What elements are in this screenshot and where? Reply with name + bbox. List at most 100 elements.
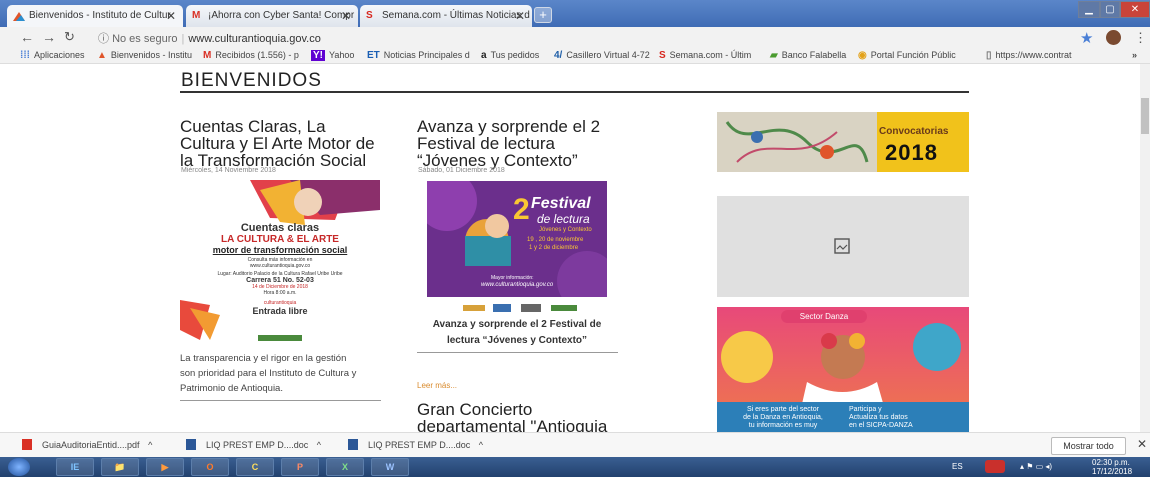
download-item[interactable]: GuiaAuditoriaEntid....pdf ^: [22, 439, 152, 450]
more-bookmarks-icon[interactable]: »: [1132, 50, 1137, 60]
close-tab-icon[interactable]: ✕: [515, 9, 525, 23]
bookmark-noticias[interactable]: ET Noticias Principales d: [367, 50, 470, 61]
close-tab-icon[interactable]: ✕: [341, 9, 351, 23]
download-item[interactable]: LIQ PREST EMP D....doc ^: [348, 439, 483, 450]
menu-kebab-icon[interactable]: ⋮: [1134, 30, 1147, 46]
tab-gmail[interactable]: M ¡Ahorra con Cyber Santa! Compr ✕: [186, 5, 358, 27]
danza-text-left: Si eres parte del sector de la Danza en …: [723, 406, 843, 430]
tab-title: ¡Ahorra con Cyber Santa! Compr: [208, 10, 355, 21]
page-title: BIENVENIDOS: [181, 70, 322, 91]
danza-tag: Sector Danza: [781, 310, 867, 323]
close-downloads-icon[interactable]: ✕: [1137, 437, 1147, 451]
bookmark-falabella[interactable]: ▰ Banco Falabella: [770, 50, 846, 61]
download-item[interactable]: LIQ PREST EMP D....doc ^: [186, 439, 321, 450]
taskbar-word[interactable]: W: [371, 458, 409, 476]
semana-icon: S: [366, 10, 373, 21]
article3-title[interactable]: Gran Concierto departamental "Antioquia: [417, 401, 607, 432]
body-line: La transparencia y el rigor en la gestió…: [180, 353, 347, 364]
chevron-up-icon[interactable]: ^: [148, 440, 152, 450]
article1-poster[interactable]: Cuentas claras LA CULTURA & EL ARTE moto…: [180, 180, 380, 348]
bookmark-label: Yahoo: [329, 50, 355, 60]
convocatorias-banner[interactable]: Convocatorias 2018: [717, 112, 969, 172]
tray-app-icon[interactable]: [985, 460, 1005, 473]
poster-line: LA CULTURA & EL ARTE: [221, 234, 339, 245]
clock-date[interactable]: 17/12/2018: [1092, 467, 1132, 476]
bookmark-casillero[interactable]: 4/Casillero Virtual 4-72: [554, 50, 650, 61]
windows-taskbar: IE 📁 ▶ O C P X W ES ▴ ⚑ ▭ ◂) 02:30 p.m. …: [0, 457, 1150, 477]
doc-file-icon: [186, 439, 196, 450]
scrollbar-thumb[interactable]: [1141, 98, 1149, 134]
taskbar-chrome[interactable]: C: [236, 458, 274, 476]
article1-body: La transparencia y el rigor en la gestió…: [180, 351, 356, 396]
taskbar-media[interactable]: ▶: [146, 458, 184, 476]
taskbar-excel[interactable]: X: [326, 458, 364, 476]
tab-bienvenidos[interactable]: Bienvenidos - Instituto de Cultur ✕: [7, 5, 183, 27]
address-bar[interactable]: ⓘ No es seguro | www.culturantioquia.gov.c…: [98, 30, 321, 46]
chevron-up-icon[interactable]: ^: [479, 440, 483, 450]
bookmark-yahoo[interactable]: Y! Yahoo: [311, 50, 354, 61]
downloads-bar: GuiaAuditoriaEntid....pdf ^ LIQ PREST EM…: [0, 432, 1150, 457]
bookmark-semana[interactable]: S Semana.com - Últim: [659, 50, 751, 61]
danza-text-right: Participa y Actualiza tus datos en el SI…: [849, 406, 961, 430]
taskbar-outlook[interactable]: O: [191, 458, 229, 476]
article1-divider: [180, 400, 381, 401]
show-all-button[interactable]: Mostrar todo: [1051, 437, 1126, 455]
chevron-up-icon[interactable]: ^: [317, 440, 321, 450]
bookmark-star-icon[interactable]: ★: [1080, 29, 1093, 47]
close-window-button[interactable]: ✕: [1120, 1, 1150, 18]
bookmark-label: Casillero Virtual 4-72: [566, 50, 650, 60]
danza-line: Participa y: [849, 406, 882, 413]
security-label: No es seguro: [112, 33, 178, 45]
bookmark-funcion-publica[interactable]: ◉ Portal Función Públic: [858, 50, 956, 61]
forward-arrow-icon[interactable]: →: [42, 29, 56, 45]
poster-text: Cuentas claras LA CULTURA & EL ARTE moto…: [180, 222, 380, 316]
profile-avatar[interactable]: [1106, 30, 1121, 45]
tab-semana[interactable]: S Semana.com - Últimas Noticias d ✕: [360, 5, 532, 27]
bookmark-recibidos[interactable]: M Recibidos (1.556) - p: [203, 50, 299, 61]
article2-title[interactable]: Avanza y sorprende el 2 Festival de lect…: [417, 118, 600, 169]
poster-logos: [258, 335, 302, 341]
tab-title: Bienvenidos - Instituto de Cultur: [29, 10, 171, 21]
bookmark-bienvenidos[interactable]: ▲ Bienvenidos - Institu: [97, 50, 192, 61]
bookmark-pedidos[interactable]: a Tus pedidos: [481, 50, 539, 61]
taskbar-explorer[interactable]: 📁: [101, 458, 139, 476]
banner-art: [717, 112, 877, 172]
bookmark-label: Noticias Principales d: [383, 50, 470, 60]
new-tab-button[interactable]: +: [534, 7, 552, 23]
poster-line: Carrera 51 No. 52-03: [246, 277, 314, 284]
taskbar-ie[interactable]: IE: [56, 458, 94, 476]
minimize-button[interactable]: ▁: [1078, 1, 1100, 18]
read-more-link[interactable]: Leer más...: [417, 381, 457, 390]
maximize-button[interactable]: ▢: [1100, 1, 1120, 18]
poster-number: 2: [513, 193, 530, 226]
clock-time[interactable]: 02:30 p.m.: [1092, 458, 1130, 467]
back-arrow-icon[interactable]: ←: [20, 29, 34, 45]
poster-line: www.culturantioquia.gov.co: [481, 282, 554, 288]
sector-danza-banner[interactable]: Sector Danza Si eres parte del sector de…: [717, 307, 969, 432]
taskbar-powerpoint[interactable]: P: [281, 458, 319, 476]
poster-line: motor de transformación social: [212, 245, 348, 255]
article1-title[interactable]: Cuentas Claras, La Cultura y El Arte Mot…: [180, 118, 375, 169]
download-name: GuiaAuditoriaEntid....pdf: [42, 440, 140, 450]
apps-grid-icon: ⁞⁞⁞: [20, 50, 30, 61]
download-name: LIQ PREST EMP D....doc: [206, 440, 309, 450]
bookmark-contrat[interactable]: ▯ https://www.contrat: [986, 50, 1072, 61]
close-tab-icon[interactable]: ✕: [166, 9, 176, 23]
start-button[interactable]: [8, 458, 30, 476]
reload-icon[interactable]: ↻: [64, 29, 75, 45]
poster-line: Mayor información:: [491, 275, 534, 281]
tray-icons[interactable]: ▴ ⚑ ▭ ◂): [1020, 462, 1052, 471]
danza-line: Actualiza tus datos: [849, 414, 908, 421]
article2-poster[interactable]: 2 Festival de lectura Jóvenes y Contexto…: [427, 181, 607, 297]
poster-line: Cuentas claras: [240, 222, 320, 234]
danza-line: en el SICPA-DANZA: [849, 422, 913, 429]
article2-caption: Avanza y sorprende el 2 Festival de lect…: [417, 317, 617, 349]
language-indicator[interactable]: ES: [952, 462, 963, 471]
poster-line: Entrada libre: [252, 306, 308, 316]
tab-strip: Bienvenidos - Instituto de Cultur ✕ M ¡A…: [0, 0, 1150, 27]
title-divider: [180, 91, 969, 93]
browser-toolbar: ← → ↻ ⓘ No es seguro | www.culturantioquia…: [0, 27, 1150, 48]
info-icon[interactable]: ⓘ: [98, 33, 109, 45]
image-placeholder: [717, 196, 969, 297]
bookmark-aplicaciones[interactable]: ⁞⁞⁞ Aplicaciones: [20, 50, 85, 61]
